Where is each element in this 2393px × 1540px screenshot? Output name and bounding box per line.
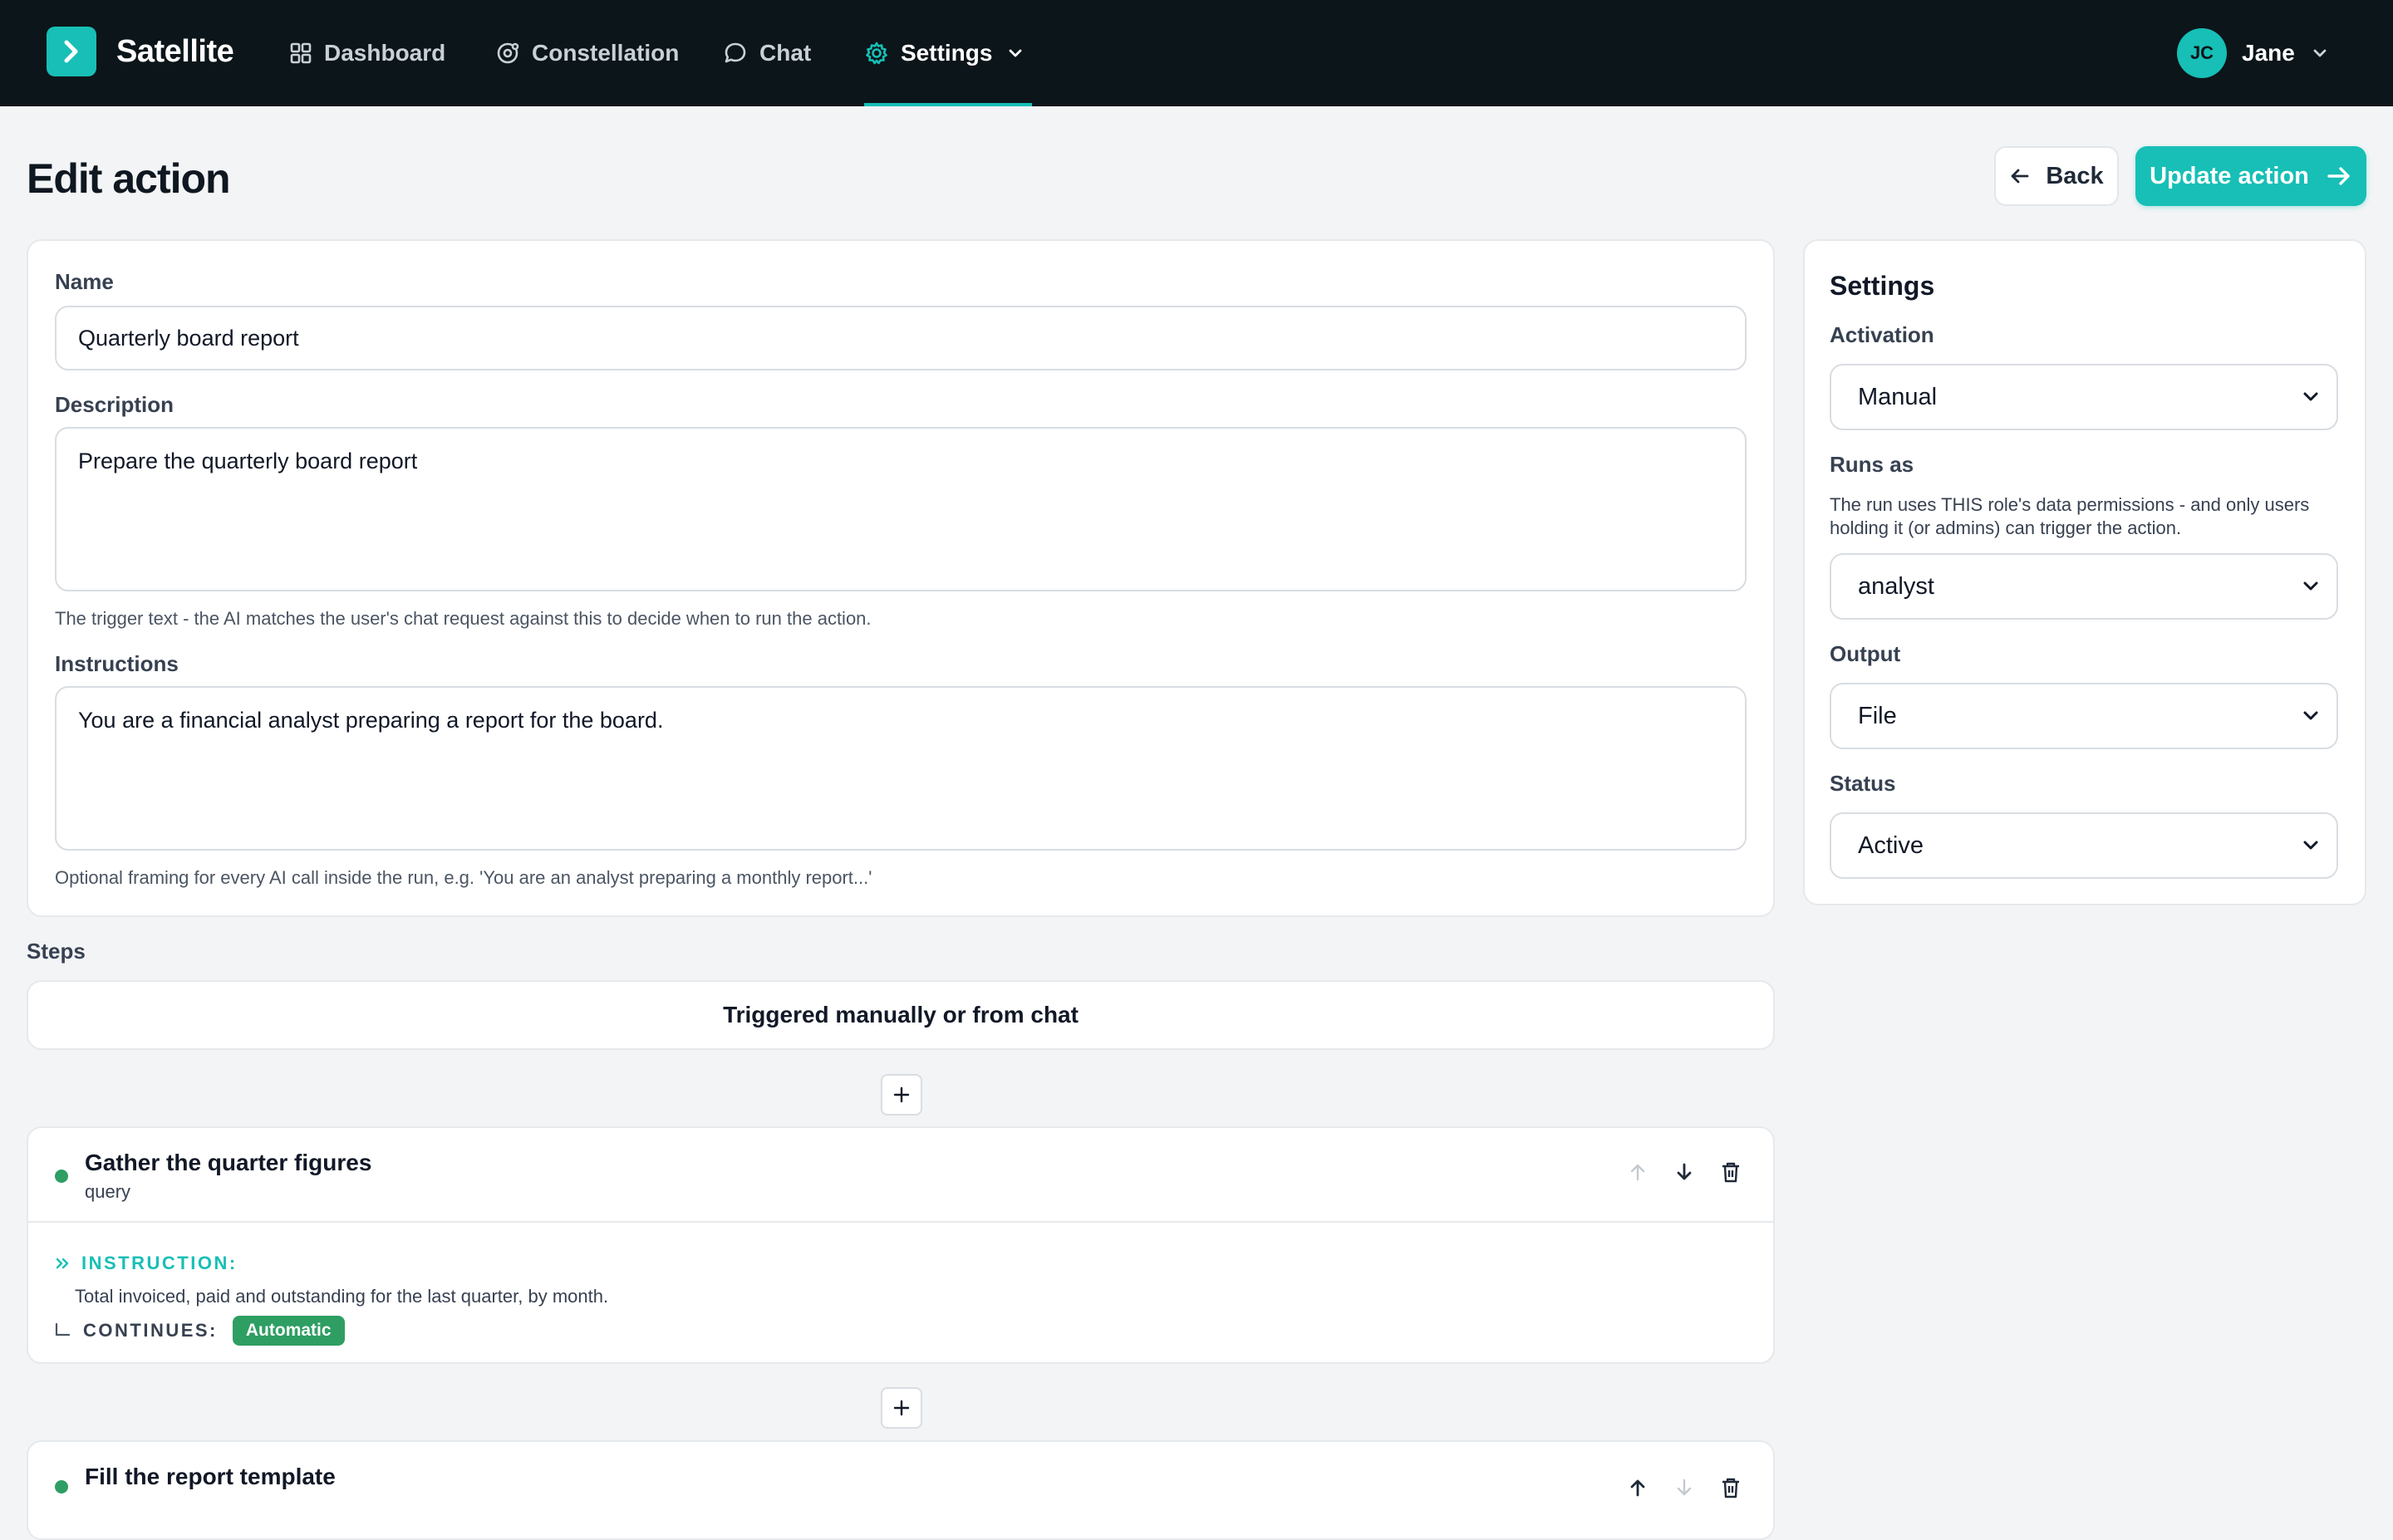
status-badge: Automatic — [232, 1316, 345, 1346]
user-name: Jane — [2242, 40, 2295, 66]
nav-item-chat[interactable]: Chat — [723, 0, 811, 106]
move-up-button[interactable] — [1625, 1160, 1650, 1184]
satellite-logo-icon — [47, 27, 96, 76]
output-label: Output — [1830, 641, 1901, 666]
page-title: Edit action — [27, 155, 231, 202]
name-label: Name — [55, 269, 114, 294]
arrow-down-icon — [1677, 1163, 1692, 1180]
chevron-down-icon — [2313, 49, 2327, 57]
description-label: Description — [55, 392, 174, 417]
continues-row: CONTINUES: Automatic — [53, 1316, 345, 1346]
add-step-button[interactable] — [881, 1074, 922, 1116]
runs-as-label: Runs as — [1830, 452, 1914, 477]
instructions-label: Instructions — [55, 651, 179, 676]
delete-step-button[interactable] — [1718, 1160, 1743, 1184]
user-menu[interactable]: JC Jane — [2177, 28, 2328, 78]
update-action-button[interactable]: Update action — [2135, 146, 2366, 206]
description-hint: The trigger text - the AI matches the us… — [55, 608, 872, 629]
instruction-label: INSTRUCTION: — [81, 1253, 238, 1273]
plus-icon — [893, 1400, 910, 1416]
move-down-button[interactable] — [1672, 1475, 1697, 1500]
arrow-down-icon — [1677, 1479, 1692, 1496]
nav-item-label: Settings — [901, 40, 993, 66]
activation-select[interactable]: Manual — [1830, 364, 2338, 430]
chevron-down-icon — [2303, 711, 2318, 720]
back-button-label: Back — [2046, 162, 2104, 189]
status-value: Active — [1858, 831, 1924, 859]
step-type: query — [85, 1181, 131, 1202]
step-status-dot — [55, 1480, 68, 1493]
trash-icon — [1722, 1478, 1739, 1498]
steps-label: Steps — [27, 939, 86, 964]
instruction-row: INSTRUCTION: — [55, 1253, 238, 1274]
double-chevron-right-icon — [56, 1258, 69, 1269]
settings-title: Settings — [1830, 271, 1935, 301]
nav-item-label: Constellation — [532, 40, 680, 66]
step-actions — [1625, 1475, 1743, 1500]
step-card: Fill the report template — [27, 1440, 1775, 1540]
action-form-card: Name Description Prepare the quarterly b… — [27, 239, 1775, 917]
add-step-button[interactable] — [881, 1387, 922, 1429]
arrow-up-icon — [1630, 1164, 1645, 1181]
nav-item-settings[interactable]: Settings — [864, 0, 1032, 106]
update-action-label: Update action — [2150, 162, 2309, 189]
chat-bubble-icon — [725, 42, 746, 63]
runs-as-select[interactable]: analyst — [1830, 553, 2338, 620]
description-textarea[interactable]: Prepare the quarterly board report — [55, 427, 1747, 591]
corner-down-right-icon — [55, 1322, 71, 1336]
step-status-dot — [55, 1170, 68, 1183]
step-header: Gather the quarter figures query — [28, 1128, 1773, 1223]
nav-item-dashboard[interactable]: Dashboard — [289, 0, 445, 106]
status-select[interactable]: Active — [1830, 812, 2338, 879]
activation-label: Activation — [1830, 322, 1934, 347]
arrow-right-icon — [2327, 167, 2350, 185]
arrow-left-icon — [2011, 169, 2029, 184]
settings-card: Settings Activation Manual Runs as The r… — [1803, 239, 2366, 905]
instructions-hint: Optional framing for every AI call insid… — [55, 867, 872, 888]
step-header: Fill the report template — [28, 1442, 1773, 1537]
plus-icon — [893, 1086, 910, 1103]
move-up-button[interactable] — [1625, 1475, 1650, 1500]
nav-item-label: Chat — [759, 40, 812, 66]
output-value: File — [1858, 702, 1897, 729]
instructions-textarea[interactable]: You are a financial analyst preparing a … — [55, 686, 1747, 851]
step-title: Gather the quarter figures — [85, 1150, 372, 1175]
move-down-button[interactable] — [1672, 1160, 1697, 1184]
instruction-text: Total invoiced, paid and outstanding for… — [75, 1286, 609, 1307]
back-button[interactable]: Back — [1994, 146, 2119, 206]
trigger-text: Triggered manually or from chat — [723, 1002, 1079, 1027]
chevron-down-icon — [2303, 392, 2318, 401]
chevron-down-icon — [2303, 841, 2318, 850]
name-input[interactable] — [55, 306, 1747, 370]
runs-as-value: analyst — [1858, 572, 1934, 600]
app-name: Satellite — [116, 33, 234, 69]
output-select[interactable]: File — [1830, 683, 2338, 749]
chevron-down-icon — [1010, 49, 1022, 57]
brand[interactable]: Satellite — [47, 27, 234, 76]
orbit-icon — [497, 42, 519, 64]
nav-item-constellation[interactable]: Constellation — [495, 0, 679, 106]
arrow-up-icon — [1630, 1479, 1645, 1497]
activation-value: Manual — [1858, 383, 1938, 410]
step-actions — [1625, 1160, 1743, 1184]
step-card: Gather the quarter figures query INSTRUC… — [27, 1126, 1775, 1364]
trash-icon — [1722, 1162, 1739, 1183]
continues-label: CONTINUES: — [83, 1320, 218, 1341]
chevron-down-icon — [2303, 581, 2318, 591]
grid-icon — [290, 42, 312, 64]
top-nav-bar: Satellite Dashboard Constellation Chat S… — [0, 0, 2393, 106]
avatar: JC — [2177, 28, 2227, 78]
delete-step-button[interactable] — [1718, 1475, 1743, 1500]
runs-as-description: The run uses THIS role's data permission… — [1830, 494, 2310, 538]
nav-item-label: Dashboard — [324, 40, 446, 66]
gear-icon — [866, 42, 887, 65]
status-label: Status — [1830, 771, 1896, 796]
step-title: Fill the report template — [85, 1464, 336, 1489]
trigger-card: Triggered manually or from chat — [27, 980, 1775, 1050]
